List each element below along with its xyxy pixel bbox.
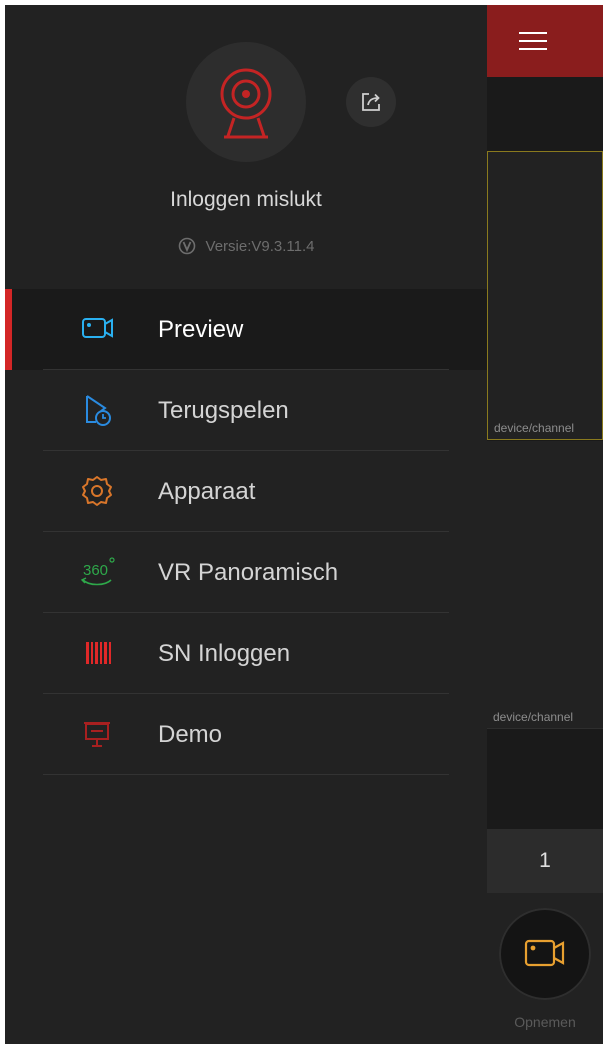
navigation-drawer: Inloggen mislukt Versie:V9.3.11.4 Previe… — [5, 5, 487, 1044]
share-button[interactable] — [346, 77, 396, 127]
menu-item-vr-panoramisch[interactable]: 360 VR Panoramisch — [5, 532, 487, 613]
version-text: Versie:V9.3.11.4 — [205, 237, 315, 255]
channel-window[interactable]: device/channel — [487, 441, 603, 729]
menu-item-label: SN Inloggen — [158, 640, 291, 667]
version-row: Versie:V9.3.11.4 — [5, 237, 487, 255]
channel-window-selected[interactable]: device/channel — [487, 151, 603, 440]
active-indicator — [5, 289, 12, 370]
barcode-icon — [86, 642, 111, 664]
menu-item-preview[interactable]: Preview — [5, 289, 487, 370]
preview-panel: device/channel device/channel 1 Opnemen — [487, 5, 603, 1044]
version-badge-icon — [178, 237, 195, 255]
menu-item-label: VR Panoramisch — [158, 559, 339, 586]
menu-item-label: Demo — [158, 721, 223, 748]
channel-label: device/channel — [494, 421, 575, 435]
menu-item-sn-inloggen[interactable]: SN Inloggen — [5, 613, 487, 694]
app-screen: Inloggen mislukt Versie:V9.3.11.4 Previe… — [5, 5, 603, 1044]
menu-item-label: Apparaat — [158, 478, 256, 505]
record-label: Opnemen — [514, 1014, 576, 1030]
hamburger-bar — [519, 40, 547, 42]
menu-item-label: Terugspelen — [158, 397, 289, 424]
playback-clock-icon — [86, 395, 111, 426]
login-status: Inloggen mislukt — [170, 188, 322, 211]
menu-item-label: Preview — [158, 316, 244, 343]
hamburger-bar — [519, 48, 547, 50]
page-number[interactable]: 1 — [487, 829, 603, 893]
drawer-menu: Preview Terugspelen Apparaat 360 VR Pano… — [5, 289, 487, 775]
hamburger-bar — [519, 32, 547, 34]
menu-item-terugspelen[interactable]: Terugspelen — [5, 370, 487, 451]
channel-label: device/channel — [493, 710, 574, 724]
menu-toggle-button[interactable] — [487, 5, 603, 77]
divider — [43, 774, 449, 775]
avatar[interactable] — [186, 42, 306, 162]
camera-icon — [82, 318, 113, 338]
menu-item-demo[interactable]: Demo — [5, 694, 487, 775]
gear-icon — [82, 476, 112, 506]
menu-item-apparaat[interactable]: Apparaat — [5, 451, 487, 532]
svg-text:360: 360 — [83, 562, 108, 579]
record-button[interactable] — [499, 908, 591, 1000]
record-area: Opnemen — [487, 893, 603, 1044]
share-icon — [362, 93, 380, 111]
webcam-icon — [220, 68, 272, 139]
record-camera-icon — [524, 939, 565, 967]
presentation-board-icon — [84, 722, 110, 747]
vr-360-icon: 360 — [80, 557, 115, 586]
